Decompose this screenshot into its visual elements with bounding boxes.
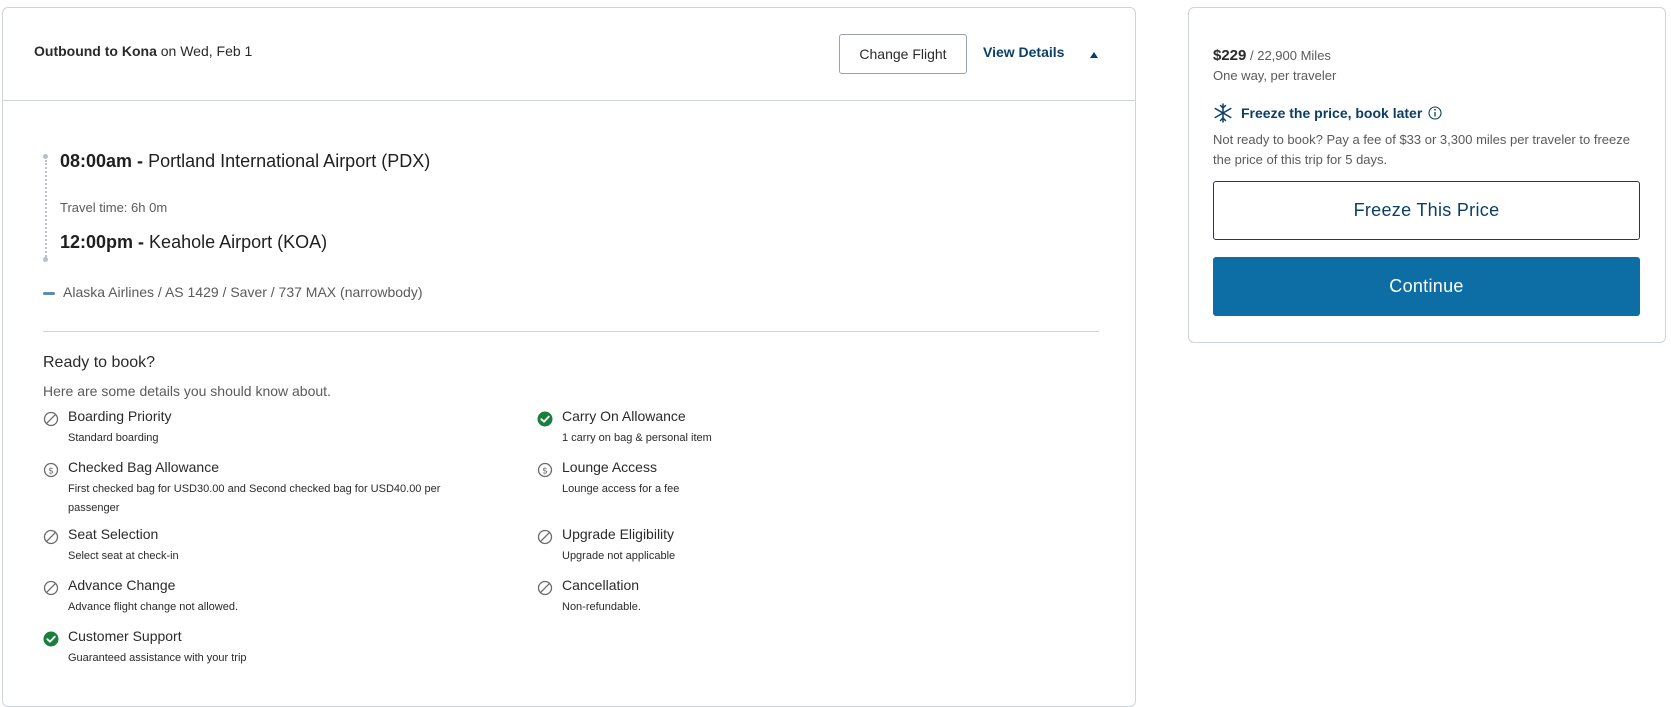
feature-description: 1 carry on bag & personal item [562, 432, 712, 444]
timeline-line [45, 160, 47, 260]
continue-button[interactable]: Continue [1213, 257, 1640, 316]
ready-subtitle: Here are some details you should know ab… [43, 383, 331, 399]
feature-description: Upgrade not applicable [562, 550, 676, 562]
departure-time: 08:00am - [60, 151, 144, 171]
travel-time: Travel time: 6h 0m [60, 200, 168, 215]
departure-airport: Portland International Airport (PDX) [143, 151, 431, 171]
check-circle-icon [43, 631, 59, 647]
feature-title: Customer Support [68, 628, 182, 644]
outbound-destination: Outbound to Kona [34, 43, 157, 59]
price-miles: / 22,900 Miles [1246, 48, 1331, 63]
section-divider [43, 331, 1099, 332]
pricing-card: $229 / 22,900 Miles One way, per travele… [1188, 7, 1666, 343]
svg-text:$: $ [542, 466, 548, 476]
feature-title: Lounge Access [562, 459, 657, 475]
feature-title: Upgrade Eligibility [562, 526, 675, 542]
price-note: One way, per traveler [1213, 68, 1337, 83]
freeze-heading: Freeze the price, book later [1213, 103, 1442, 123]
feature-title: Advance Change [68, 577, 176, 593]
outbound-date: on Wed, Feb 1 [156, 43, 253, 59]
flight-info: Alaska Airlines / AS 1429 / Saver / 737 … [43, 284, 423, 300]
feature-title: Seat Selection [68, 526, 159, 542]
caret-up-icon[interactable] [1090, 52, 1098, 58]
check-circle-icon [537, 411, 553, 427]
card-header: Outbound to Kona on Wed, Feb 1 Change Fl… [3, 8, 1135, 101]
airline-logo-icon [43, 291, 55, 295]
not-allowed-icon [43, 580, 59, 596]
freeze-price-button[interactable]: Freeze This Price [1213, 181, 1640, 240]
departure-row: 08:00am - Portland International Airport… [60, 151, 430, 172]
feature-title: Cancellation [562, 577, 640, 593]
feature-description: Select seat at check-in [68, 550, 179, 562]
timeline-dot-end [43, 257, 48, 262]
timeline-dot-start [43, 154, 48, 159]
feature-description: Standard boarding [68, 432, 159, 444]
arrival-airport: Keahole Airport (KOA) [144, 232, 328, 252]
price-amount: $229 [1213, 47, 1247, 64]
feature-description: Advance flight change not allowed. [68, 601, 239, 613]
flight-details-card: Outbound to Kona on Wed, Feb 1 Change Fl… [2, 7, 1136, 707]
freeze-description: Not ready to book? Pay a fee of $33 or 3… [1213, 132, 1630, 167]
feature-title: Boarding Priority [68, 408, 172, 424]
feature-description: Non-refundable. [562, 601, 641, 613]
not-allowed-icon [537, 580, 553, 596]
price-line: $229 / 22,900 Miles [1213, 47, 1331, 64]
dollar-icon: $ [537, 462, 553, 478]
snowflake-icon [1214, 103, 1232, 123]
not-allowed-icon [43, 529, 59, 545]
feature-description: Lounge access for a fee [562, 483, 680, 495]
feature-description: First checked bag for USD30.00 and Secon… [68, 483, 441, 514]
feature-title: Carry On Allowance [562, 408, 686, 424]
feature-description: Guaranteed assistance with your trip [68, 652, 247, 664]
arrival-time: 12:00pm - [60, 232, 145, 252]
view-details-link[interactable]: View Details [983, 44, 1064, 60]
info-icon[interactable] [1428, 106, 1442, 120]
outbound-heading: Outbound to Kona on Wed, Feb 1 [34, 43, 252, 59]
freeze-title: Freeze the price, book later [1241, 105, 1423, 121]
not-allowed-icon [43, 411, 59, 427]
flight-info-text: Alaska Airlines / AS 1429 / Saver / 737 … [63, 284, 423, 300]
dollar-icon: $ [43, 462, 59, 478]
svg-text:$: $ [48, 466, 54, 476]
change-flight-button[interactable]: Change Flight [839, 34, 967, 74]
arrival-row: 12:00pm - Keahole Airport (KOA) [60, 232, 327, 253]
feature-title: Checked Bag Allowance [68, 459, 219, 475]
ready-title: Ready to book? [43, 354, 156, 371]
not-allowed-icon [537, 529, 553, 545]
